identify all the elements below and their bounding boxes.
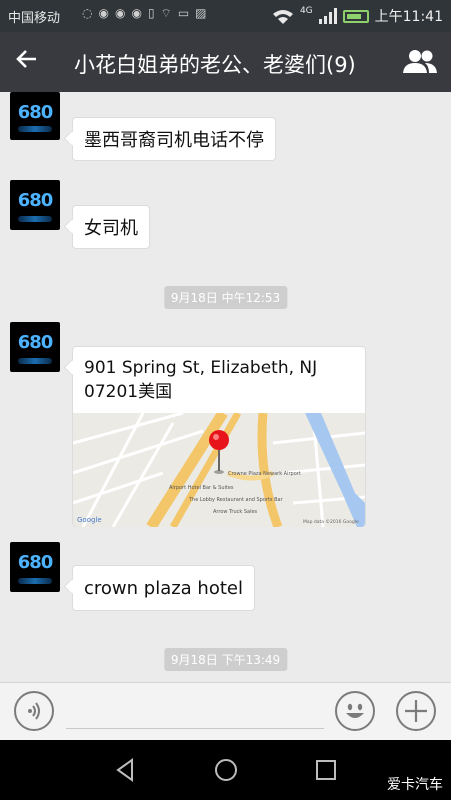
location-message[interactable]: 901 Spring St, Elizabeth, NJ 07201美国 Cro…	[72, 346, 366, 527]
chat-header: 小花白姐弟的老公、老婆们(9)	[0, 32, 451, 92]
avatar-text: 680	[17, 190, 54, 211]
notification-icon: ◌	[82, 6, 93, 20]
avatar-text: 680	[17, 332, 54, 353]
message-input[interactable]	[66, 693, 324, 729]
map-label: The Lobby Restaurant and Sports Bar	[188, 497, 284, 503]
emoji-button[interactable]	[335, 691, 375, 731]
system-nav-bar: 爱卡汽车	[0, 740, 451, 800]
message-list[interactable]: 680 墨西哥裔司机电话不停 680 女司机 9月18日 中午12:53 680…	[0, 92, 451, 682]
avatar[interactable]: 680	[10, 322, 60, 372]
network-type: 4G	[299, 6, 313, 16]
voice-icon	[28, 702, 40, 720]
back-button[interactable]	[14, 46, 48, 78]
file-icon: ▯	[147, 6, 155, 20]
message-text: 墨西哥裔司机电话不停	[84, 130, 264, 151]
wifi-icon	[272, 10, 293, 24]
address-line-1: 901 Spring St, Elizabeth, NJ	[84, 358, 318, 378]
chat-title: 小花白姐弟的老公、老婆们(9)	[74, 53, 356, 77]
avatar-text: 680	[17, 552, 54, 573]
avatar[interactable]: 680	[10, 542, 60, 592]
carrier-label: 中国移动	[8, 11, 61, 26]
wifi-small-icon: ⌔	[160, 6, 172, 20]
message-text: crown plaza hotel	[84, 577, 243, 599]
map-attribution: Map data ©2016 Google	[303, 518, 359, 525]
avatar[interactable]: 680	[10, 92, 60, 140]
more-options-button[interactable]	[396, 691, 436, 731]
signal-icon	[318, 8, 337, 24]
map-label: Arrow Truck Sales	[213, 509, 258, 515]
image-icon: ▨	[195, 6, 207, 20]
clock: 上午11:41	[374, 9, 443, 25]
timestamp-badge: 9月18日 中午12:53	[163, 286, 288, 309]
group-members-icon	[403, 50, 437, 73]
status-bar: 中国移动 ◌ ◉ ◉ ◉ ▯ ⌔ ▭ ▨ 4G 上午11:41	[0, 0, 451, 32]
map-image: Crowne Plaza Newark Airport Airport Hote…	[73, 413, 365, 527]
map-label: Airport Hotel Bar & Suites	[169, 485, 234, 491]
location-address: 901 Spring St, Elizabeth, NJ 07201美国	[84, 356, 359, 404]
nav-back-button[interactable]	[112, 756, 140, 784]
map-provider-logo: Google	[77, 516, 102, 524]
nav-home-button[interactable]	[212, 756, 240, 784]
location-map[interactable]: Crowne Plaza Newark Airport Airport Hote…	[73, 413, 365, 527]
weibo-icon: ◉	[98, 6, 109, 20]
weibo-icon: ◉	[131, 6, 142, 20]
plus-icon	[405, 700, 427, 722]
nav-recents-button[interactable]	[312, 756, 340, 784]
message-bubble[interactable]: 墨西哥裔司机电话不停	[72, 117, 276, 161]
voice-input-button[interactable]	[14, 691, 54, 731]
triangle-back-icon	[116, 758, 133, 782]
keyboard-icon: ▭	[177, 6, 190, 20]
map-label: Crowne Plaza Newark Airport	[228, 471, 301, 477]
timestamp-badge: 9月18日 下午13:49	[163, 648, 288, 671]
message-input-bar	[0, 682, 451, 740]
message-text: 女司机	[84, 218, 138, 239]
back-arrow-icon	[16, 50, 36, 68]
group-info-button[interactable]	[401, 46, 439, 78]
message-bubble[interactable]: 女司机	[72, 205, 150, 249]
avatar[interactable]: 680	[10, 180, 60, 230]
battery-icon	[342, 9, 369, 23]
notification-icons: ◌ ◉ ◉ ◉ ▯ ⌔ ▭ ▨	[82, 6, 207, 21]
weibo-icon: ◉	[114, 6, 126, 20]
emoji-icon	[346, 703, 364, 718]
avatar-text: 680	[17, 102, 54, 123]
circle-home-icon	[215, 759, 237, 781]
watermark: 爱卡汽车	[387, 777, 443, 793]
message-bubble[interactable]: crown plaza hotel	[72, 565, 255, 611]
address-line-2: 07201美国	[84, 382, 173, 402]
square-recents-icon	[316, 760, 336, 780]
